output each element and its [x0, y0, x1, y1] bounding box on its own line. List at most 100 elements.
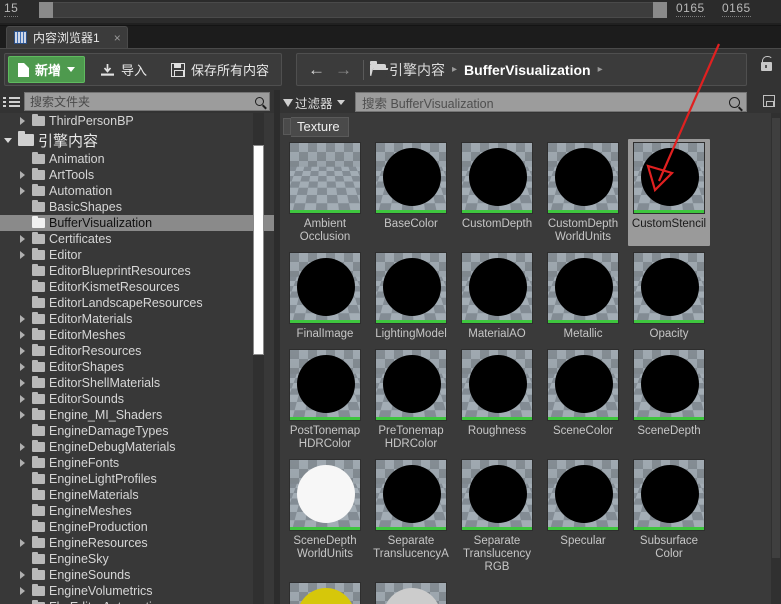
asset-tile[interactable]: PreTonemap HDRColor: [370, 346, 452, 453]
asset-thumbnail[interactable]: [375, 252, 447, 324]
tree-item-enginesounds[interactable]: EngineSounds: [0, 567, 274, 583]
asset-tile[interactable]: FinalImage: [284, 249, 366, 343]
tree-item-enginedamagetypes[interactable]: EngineDamageTypes: [0, 423, 274, 439]
tree-item-automation[interactable]: Automation: [0, 183, 274, 199]
chevron-right-icon[interactable]: [16, 539, 28, 547]
search-assets-input[interactable]: 搜索 BufferVisualization: [355, 92, 747, 112]
tree-item-buffervisualization[interactable]: BufferVisualization: [0, 215, 274, 231]
asset-tile[interactable]: Specular: [542, 456, 624, 576]
asset-thumbnail[interactable]: [289, 582, 361, 604]
chevron-right-icon[interactable]: [16, 379, 28, 387]
tree-item-editormeshes[interactable]: EditorMeshes: [0, 327, 274, 343]
import-button[interactable]: 导入: [91, 56, 156, 83]
tree-item-engineresources[interactable]: EngineResources: [0, 535, 274, 551]
slider-handle-left[interactable]: [39, 2, 53, 18]
asset-thumbnail[interactable]: [547, 252, 619, 324]
asset-tile[interactable]: Separate Translucency RGB: [456, 456, 538, 576]
chevron-right-icon[interactable]: [16, 117, 28, 125]
asset-scrollbar-thumb[interactable]: [772, 118, 780, 558]
asset-thumbnail[interactable]: [461, 142, 533, 214]
tree-item--[interactable]: 引擎内容: [0, 129, 274, 151]
asset-tile[interactable]: CustomDepth: [456, 139, 538, 246]
tree-item-arttools[interactable]: ArtTools: [0, 167, 274, 183]
section-header-texture[interactable]: Texture: [283, 116, 349, 137]
asset-thumbnail[interactable]: [633, 252, 705, 324]
filter-button[interactable]: 过滤器: [283, 93, 345, 112]
chevron-right-icon[interactable]: [16, 171, 28, 179]
chevron-down-icon[interactable]: [2, 138, 14, 143]
chevron-right-icon[interactable]: [16, 459, 28, 467]
asset-tile[interactable]: SceneColor: [542, 346, 624, 453]
asset-thumbnail[interactable]: [375, 459, 447, 531]
asset-tile[interactable]: LightingModel: [370, 249, 452, 343]
save-search-icon[interactable]: [763, 95, 775, 107]
asset-thumbnail[interactable]: [461, 349, 533, 421]
tree-item-engineproduction[interactable]: EngineProduction: [0, 519, 274, 535]
asset-thumbnail[interactable]: [375, 142, 447, 214]
slider-handle-right[interactable]: [653, 2, 667, 18]
asset-thumbnail[interactable]: [289, 459, 361, 531]
chevron-right-icon[interactable]: [16, 571, 28, 579]
asset-tile[interactable]: MaterialAO: [456, 249, 538, 343]
chevron-right-icon[interactable]: [16, 235, 28, 243]
tree-item-editorlandscaperesources[interactable]: EditorLandscapeResources: [0, 295, 274, 311]
asset-tile[interactable]: Separate TranslucencyA: [370, 456, 452, 576]
tree-item-engine-mi-shaders[interactable]: Engine_MI_Shaders: [0, 407, 274, 423]
asset-tile[interactable]: Opacity: [628, 249, 710, 343]
asset-thumbnail[interactable]: [289, 252, 361, 324]
asset-thumbnail[interactable]: [633, 142, 705, 214]
lock-open-icon[interactable]: [761, 56, 773, 71]
tree-item-enginedebugmaterials[interactable]: EngineDebugMaterials: [0, 439, 274, 455]
horizontal-slider-track[interactable]: [39, 2, 667, 18]
tree-item-basicshapes[interactable]: BasicShapes: [0, 199, 274, 215]
add-new-button[interactable]: 新增: [8, 56, 86, 83]
breadcrumb-current[interactable]: BufferVisualization: [464, 62, 591, 78]
asset-thumbnail[interactable]: [375, 582, 447, 604]
chevron-right-icon[interactable]: [16, 363, 28, 371]
chevron-right-icon[interactable]: [16, 347, 28, 355]
tree-item-fbxeditorautomation[interactable]: FbxEditorAutomation: [0, 599, 274, 604]
asset-thumbnail[interactable]: [461, 459, 533, 531]
asset-tile[interactable]: WorldNormal: [370, 579, 452, 604]
asset-thumbnail[interactable]: [461, 252, 533, 324]
tree-item-enginefonts[interactable]: EngineFonts: [0, 455, 274, 471]
chevron-right-icon[interactable]: [16, 443, 28, 451]
chevron-right-icon[interactable]: [16, 395, 28, 403]
numeric-field-1[interactable]: 0165: [676, 1, 705, 17]
chevron-right-icon[interactable]: [16, 251, 28, 259]
asset-tile[interactable]: SceneDepth WorldUnits: [284, 456, 366, 576]
tree-item-editorshapes[interactable]: EditorShapes: [0, 359, 274, 375]
tab-content-browser[interactable]: 内容浏览器1 ×: [6, 26, 128, 48]
chevron-right-icon[interactable]: [16, 187, 28, 195]
tree-item-enginelightprofiles[interactable]: EngineLightProfiles: [0, 471, 274, 487]
asset-thumbnail[interactable]: [547, 459, 619, 531]
back-button[interactable]: ←: [303, 61, 330, 78]
breadcrumb-root[interactable]: 引擎内容: [389, 60, 445, 80]
tree-item-animation[interactable]: Animation: [0, 151, 274, 167]
tree-item-enginematerials[interactable]: EngineMaterials: [0, 487, 274, 503]
tree-item-editormaterials[interactable]: EditorMaterials: [0, 311, 274, 327]
chevron-right-icon[interactable]: [16, 587, 28, 595]
asset-tile[interactable]: PostTonemap HDRColor: [284, 346, 366, 453]
chevron-right-icon[interactable]: [16, 411, 28, 419]
asset-thumbnail[interactable]: [547, 349, 619, 421]
tree-scrollbar-thumb[interactable]: [253, 145, 264, 355]
forward-button[interactable]: →: [330, 61, 357, 78]
collapse-handle[interactable]: [283, 118, 291, 135]
asset-tile[interactable]: Subsurface Color: [628, 456, 710, 576]
chevron-right-icon[interactable]: [16, 315, 28, 323]
asset-tile[interactable]: SceneDepth: [628, 346, 710, 453]
tree-options-icon[interactable]: [3, 95, 20, 109]
asset-thumbnail[interactable]: [375, 349, 447, 421]
tree-item-editorblueprintresources[interactable]: EditorBlueprintResources: [0, 263, 274, 279]
tree-item-editorkismetresources[interactable]: EditorKismetResources: [0, 279, 274, 295]
tree-item-editor[interactable]: Editor: [0, 247, 274, 263]
tree-item-enginevolumetrics[interactable]: EngineVolumetrics: [0, 583, 274, 599]
asset-thumbnail[interactable]: [289, 142, 361, 214]
search-folder-input[interactable]: 搜索文件夹: [24, 92, 270, 111]
asset-thumbnail[interactable]: [547, 142, 619, 214]
asset-tile[interactable]: CustomStencil: [628, 139, 710, 246]
asset-tile[interactable]: BaseColor: [370, 139, 452, 246]
asset-tile[interactable]: Velocity: [284, 579, 366, 604]
tree-item-certificates[interactable]: Certificates: [0, 231, 274, 247]
